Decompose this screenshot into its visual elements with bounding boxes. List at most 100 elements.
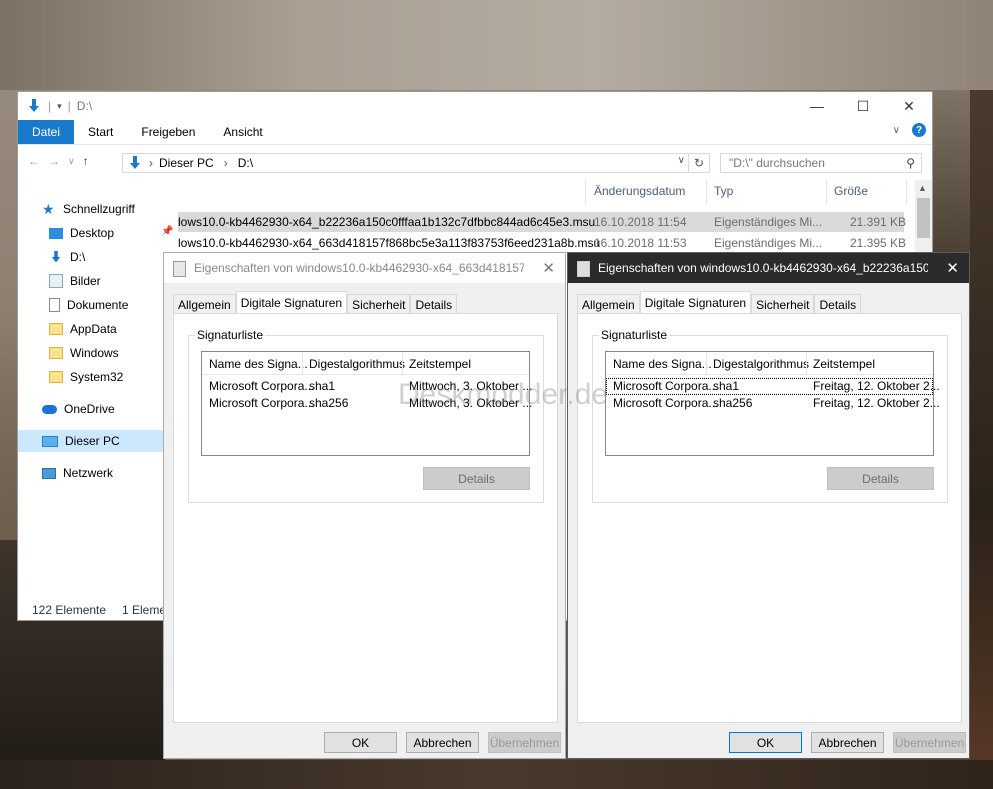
nav-item-netzwerk[interactable]: Netzwerk <box>18 462 187 484</box>
background-photo <box>0 0 993 90</box>
nav-label: Windows <box>70 346 119 360</box>
dialog-buttons: OK Abbrechen Übernehmen <box>729 732 966 753</box>
folder-icon <box>49 371 63 383</box>
file-date: 16.10.2018 11:54 <box>594 215 687 229</box>
header-signer[interactable]: Name des Signa... <box>209 357 308 371</box>
maximize-icon[interactable]: ☐ <box>840 92 886 120</box>
nav-label: OneDrive <box>64 402 115 416</box>
details-button[interactable]: Details <box>423 467 530 490</box>
download-arrow-icon <box>51 250 61 263</box>
file-row[interactable]: lows10.0-kb4462930-x64_b22236a150c0fffaa… <box>178 212 907 232</box>
nav-item-schnellzugriff[interactable]: ★ Schnellzugriff <box>18 198 187 220</box>
file-size: 21.391 KB <box>850 215 907 229</box>
apply-button[interactable]: Übernehmen <box>488 732 561 753</box>
file-row[interactable]: lows10.0-kb4462930-x64_663d418157f868bc5… <box>178 233 907 253</box>
back-arrow-icon[interactable]: ← <box>28 154 40 168</box>
dialog-titlebar[interactable]: Eigenschaften von windows10.0-kb4462930-… <box>568 253 969 283</box>
search-input[interactable]: "D:\" durchsuchen ⚲ <box>720 153 922 173</box>
scroll-thumb[interactable] <box>917 198 930 238</box>
close-icon[interactable]: ✕ <box>542 259 555 277</box>
desktop-icon <box>49 227 63 239</box>
tab-digitale-signaturen[interactable]: Digitale Signaturen <box>235 291 348 314</box>
tab-sicherheit[interactable]: Sicherheit <box>751 294 815 314</box>
signature-list[interactable]: Name des Signa... Digestalgorithmus Zeit… <box>605 351 940 456</box>
nav-label: System32 <box>70 370 124 384</box>
nav-item-dieser-pc[interactable]: Dieser PC <box>18 430 187 452</box>
dialog-title: Eigenschaften von windows10.0-kb4462930-… <box>194 261 524 275</box>
search-icon: ⚲ <box>906 156 915 170</box>
header-timestamp[interactable]: Zeitstempel <box>409 357 471 371</box>
close-icon[interactable]: ✕ <box>886 92 932 120</box>
status-item-count: 122 Elemente <box>32 603 107 617</box>
tab-allgemein[interactable]: Allgemein <box>577 294 640 314</box>
quick-access-dropdown-icon[interactable]: ▾ <box>57 101 62 112</box>
pictures-icon <box>49 274 63 288</box>
folder-icon <box>49 347 63 359</box>
tab-details[interactable]: Details <box>410 294 458 314</box>
tab-ansicht[interactable]: Ansicht <box>209 120 276 144</box>
tab-allgemein[interactable]: Allgemein <box>173 294 236 314</box>
breadcrumb-chevron-icon: › <box>149 156 153 170</box>
column-size[interactable]: Größe <box>834 184 868 198</box>
up-arrow-icon[interactable]: ↑ <box>83 154 89 168</box>
drive-arrow-icon <box>130 156 140 169</box>
signature-row[interactable]: Microsoft Corpora... sha256 Freitag, 12.… <box>606 395 940 412</box>
ribbon-expand-icon[interactable]: ∨ <box>893 125 900 136</box>
digest-algorithm: sha256 <box>309 396 349 410</box>
close-icon[interactable]: ✕ <box>946 259 959 277</box>
file-type: Eigenständiges Mi... <box>714 236 823 250</box>
tab-panel: Signaturliste Name des Signa... Digestal… <box>173 313 558 723</box>
file-type: Eigenständiges Mi... <box>714 215 823 229</box>
address-dropdown-icon[interactable]: ∨ <box>678 155 685 166</box>
search-placeholder: "D:\" durchsuchen <box>729 156 825 170</box>
navigation-pane: ★ Schnellzugriff Desktop 📌 D:\ Bilder Do… <box>18 196 187 596</box>
dialog-title: Eigenschaften von windows10.0-kb4462930-… <box>598 261 928 275</box>
apply-button[interactable]: Übernehmen <box>893 732 966 753</box>
column-header: Änderungsdatum Typ Größe <box>178 180 916 204</box>
minimize-icon[interactable]: — <box>794 92 840 120</box>
tab-datei[interactable]: Datei <box>18 120 75 144</box>
ok-button[interactable]: OK <box>324 732 397 753</box>
nav-label: Dieser PC <box>65 434 120 448</box>
tab-freigeben[interactable]: Freigeben <box>127 120 209 144</box>
pin-icon[interactable]: 📌 <box>161 226 173 237</box>
file-date: 16.10.2018 11:53 <box>594 236 687 250</box>
recent-dropdown-icon[interactable]: ∨ <box>68 156 75 167</box>
dialog-buttons: OK Abbrechen Übernehmen <box>324 732 561 753</box>
header-digest[interactable]: Digestalgorithmus <box>713 357 809 371</box>
ok-button[interactable]: OK <box>729 732 802 753</box>
nav-label: Desktop <box>70 226 115 240</box>
toolbar-separator: | <box>48 99 52 113</box>
nav-label: AppData <box>70 322 117 336</box>
refresh-icon[interactable]: ↻ <box>688 154 709 172</box>
header-digest[interactable]: Digestalgorithmus <box>309 357 405 371</box>
background-right <box>970 90 993 789</box>
dialog-titlebar[interactable]: Eigenschaften von windows10.0-kb4462930-… <box>164 253 565 283</box>
file-icon <box>173 261 186 277</box>
header-signer[interactable]: Name des Signa... <box>613 357 712 371</box>
header-timestamp[interactable]: Zeitstempel <box>813 357 875 371</box>
group-label: Signaturliste <box>599 328 670 342</box>
details-button[interactable]: Details <box>827 467 934 490</box>
forward-arrow-icon[interactable]: → <box>48 154 60 168</box>
column-type[interactable]: Typ <box>714 184 733 198</box>
tab-sicherheit[interactable]: Sicherheit <box>347 294 411 314</box>
signature-row[interactable]: Microsoft Corpora... sha1 Freitag, 12. O… <box>606 378 940 395</box>
file-icon <box>577 261 590 277</box>
help-icon[interactable]: ? <box>912 123 926 137</box>
cancel-button[interactable]: Abbrechen <box>406 732 479 753</box>
nav-item-onedrive[interactable]: OneDrive <box>18 398 187 420</box>
breadcrumb-dieser-pc[interactable]: Dieser PC <box>159 156 214 170</box>
cancel-button[interactable]: Abbrechen <box>811 732 884 753</box>
breadcrumb-drive[interactable]: D:\ <box>238 156 253 170</box>
address-bar[interactable]: › Dieser PC › D:\ ∨ ↻ <box>122 153 710 173</box>
dialog-tabs: Allgemein Digitale Signaturen Sicherheit… <box>577 291 862 314</box>
column-date[interactable]: Änderungsdatum <box>594 184 685 198</box>
nav-label: Bilder <box>70 274 101 288</box>
tab-details[interactable]: Details <box>814 294 862 314</box>
file-size: 21.395 KB <box>850 236 907 250</box>
tab-start[interactable]: Start <box>74 120 127 144</box>
properties-dialog-left: Eigenschaften von windows10.0-kb4462930-… <box>163 252 566 759</box>
tab-digitale-signaturen[interactable]: Digitale Signaturen <box>639 291 752 314</box>
scroll-up-icon[interactable]: ▲ <box>918 183 927 193</box>
